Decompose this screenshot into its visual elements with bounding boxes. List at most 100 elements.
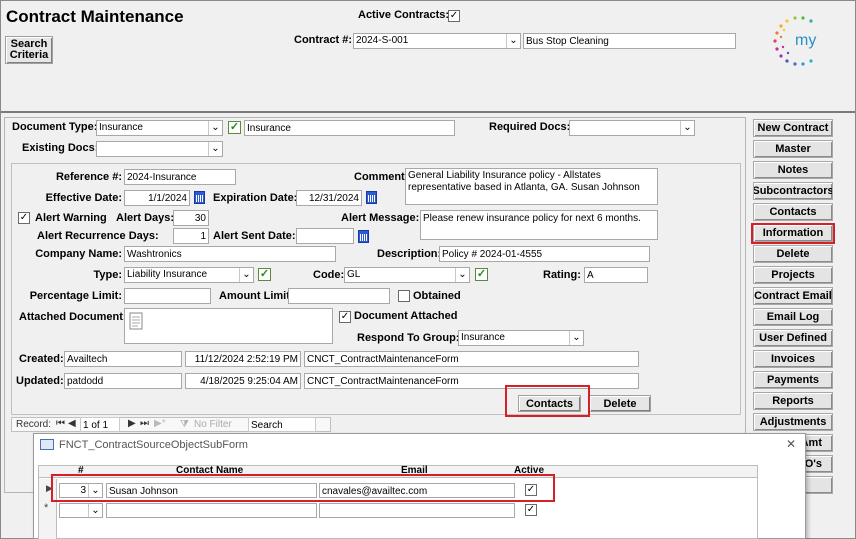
document-type-value: Insurance xyxy=(99,122,143,133)
chevron-down-icon[interactable]: ⌄ xyxy=(88,504,102,517)
comment-field[interactable]: General Liability Insurance policy - All… xyxy=(405,168,658,205)
col-number-header[interactable]: # xyxy=(78,465,84,476)
delete-button[interactable]: Delete xyxy=(589,395,651,412)
code-select[interactable]: GL ⌄ xyxy=(344,267,470,283)
new-record-icon[interactable]: ▶* xyxy=(154,418,166,429)
last-record-icon[interactable]: ⏭ xyxy=(140,418,149,429)
existing-docs-select[interactable]: ⌄ xyxy=(96,141,223,157)
first-record-icon[interactable]: ⏮ xyxy=(56,418,65,429)
chevron-down-icon[interactable]: ⌄ xyxy=(239,268,253,282)
created-date-field[interactable]: 11/12/2024 2:52:19 PM xyxy=(185,351,301,367)
rating-label: Rating: xyxy=(543,269,581,281)
page-title: Contract Maintenance xyxy=(6,7,184,26)
subform-title: FNCT_ContractSourceObjectSubForm xyxy=(59,439,248,451)
close-icon[interactable]: ✕ xyxy=(786,437,796,451)
chevron-down-icon[interactable]: ⌄ xyxy=(455,268,469,282)
sidebar-button-payments[interactable]: Payments xyxy=(753,371,833,389)
updated-user-field[interactable]: patdodd xyxy=(64,373,182,389)
alert-message-field[interactable]: Please renew insurance policy for next 6… xyxy=(420,210,658,240)
obtained-label: Obtained xyxy=(413,290,461,302)
sidebar-button-contract-email[interactable]: Contract Email xyxy=(753,287,833,305)
sidebar-button-adjustments[interactable]: Adjustments xyxy=(753,413,833,431)
no-filter-label[interactable]: No Filter xyxy=(194,419,232,430)
document-type-select[interactable]: Insurance ⌄ xyxy=(96,120,223,136)
sidebar-button-user-defined[interactable]: User Defined xyxy=(753,329,833,347)
col-contact-name-header[interactable]: Contact Name xyxy=(176,465,243,476)
attached-document-box[interactable] xyxy=(124,308,333,344)
required-docs-label: Required Docs: xyxy=(489,121,571,133)
alert-warning-checkbox[interactable]: ✓ xyxy=(18,212,30,224)
alert-recurrence-field[interactable]: 1 xyxy=(173,228,209,244)
sidebar-button-information[interactable]: Information xyxy=(753,224,833,242)
sidebar-button-email-log[interactable]: Email Log xyxy=(753,308,833,326)
new-row-number-select[interactable]: ⌄ xyxy=(59,503,103,518)
alert-days-field[interactable]: 30 xyxy=(173,210,209,226)
sidebar-button-invoices[interactable]: Invoices xyxy=(753,350,833,368)
row-email[interactable]: cnavales@availtec.com xyxy=(319,483,515,498)
document-type-label: Document Type: xyxy=(12,121,98,133)
updated-form-field[interactable]: CNCT_ContractMaintenanceForm xyxy=(304,373,639,389)
chevron-down-icon[interactable]: ⌄ xyxy=(208,121,222,135)
new-row-email[interactable] xyxy=(319,503,515,518)
description-field[interactable]: Policy # 2024-01-4555 xyxy=(439,246,650,262)
required-docs-select[interactable]: ⌄ xyxy=(569,120,695,136)
sidebar-button-master[interactable]: Master xyxy=(753,140,833,158)
current-row-icon[interactable]: ▶ xyxy=(46,483,53,494)
document-type-description[interactable]: Insurance xyxy=(244,120,455,136)
chevron-down-icon[interactable]: ⌄ xyxy=(208,142,222,156)
chevron-down-icon[interactable]: ⌄ xyxy=(506,34,520,48)
calendar-icon[interactable] xyxy=(358,230,369,243)
col-active-header[interactable]: Active xyxy=(514,465,544,476)
alert-sent-date-field[interactable] xyxy=(296,228,354,244)
chevron-down-icon[interactable]: ⌄ xyxy=(88,484,102,497)
sidebar-button-projects[interactable]: Projects xyxy=(753,266,833,284)
chevron-down-icon[interactable]: ⌄ xyxy=(680,121,694,135)
contract-description-field[interactable]: Bus Stop Cleaning xyxy=(523,33,736,49)
reference-field[interactable]: 2024-Insurance xyxy=(124,169,236,185)
row-active-checkbox[interactable]: ✓ xyxy=(525,484,537,496)
row-number-value: 3 xyxy=(80,485,86,496)
sidebar-button-new-contract[interactable]: New Contract xyxy=(753,119,833,137)
alert-message-label: Alert Message: xyxy=(341,212,420,224)
sidebar-button-subcontractors[interactable]: Subcontractors xyxy=(753,182,833,200)
document-attached-checkbox[interactable]: ✓ xyxy=(339,311,351,323)
new-row-icon[interactable]: * xyxy=(44,502,48,514)
chevron-down-icon[interactable]: ⌄ xyxy=(569,331,583,345)
filter-icon: ⧩ xyxy=(180,419,189,430)
new-row-contact-name[interactable] xyxy=(106,503,317,518)
rating-field[interactable]: A xyxy=(584,267,648,283)
effective-date-field[interactable]: 1/1/2024 xyxy=(124,190,190,206)
updated-date-field[interactable]: 4/18/2025 9:25:04 AM xyxy=(185,373,301,389)
row-contact-name[interactable]: Susan Johnson xyxy=(106,483,317,498)
next-record-icon[interactable]: ▶ xyxy=(128,418,136,429)
new-row-active-checkbox[interactable]: ✓ xyxy=(525,504,537,516)
col-email-header[interactable]: Email xyxy=(401,465,428,476)
search-criteria-button[interactable]: Search Criteria xyxy=(5,36,53,64)
contacts-button[interactable]: Contacts xyxy=(518,395,581,412)
type-select[interactable]: Liability Insurance ⌄ xyxy=(124,267,254,283)
active-contracts-checkbox[interactable]: ✓ xyxy=(448,10,460,22)
calendar-icon[interactable] xyxy=(366,191,377,204)
obtained-checkbox[interactable] xyxy=(398,290,410,302)
percentage-limit-field[interactable] xyxy=(124,288,211,304)
amount-limit-field[interactable] xyxy=(288,288,390,304)
created-form-field[interactable]: CNCT_ContractMaintenanceForm xyxy=(304,351,639,367)
sidebar-button-reports[interactable]: Reports xyxy=(753,392,833,410)
created-user-field[interactable]: Availtech xyxy=(64,351,182,367)
record-search-field[interactable]: Search xyxy=(248,417,316,432)
record-position-field[interactable]: 1 of 1 xyxy=(80,417,120,432)
respond-group-select[interactable]: Insurance ⌄ xyxy=(458,330,584,346)
type-value: Liability Insurance xyxy=(127,269,208,280)
amount-limit-label: Amount Limit: xyxy=(219,290,294,302)
company-name-field[interactable]: Washtronics xyxy=(124,246,336,262)
sidebar-button-notes[interactable]: Notes xyxy=(753,161,833,179)
expiration-date-field[interactable]: 12/31/2024 xyxy=(296,190,362,206)
prev-record-icon[interactable]: ◀ xyxy=(68,418,76,429)
contract-number-select[interactable]: 2024-S-001 ⌄ xyxy=(353,33,521,49)
calendar-icon[interactable] xyxy=(194,191,205,204)
type-label: Type: xyxy=(93,269,122,281)
row-number-select[interactable]: 3 ⌄ xyxy=(59,483,103,498)
sidebar-button-contacts[interactable]: Contacts xyxy=(753,203,833,221)
document-type-check-icon: ✓ xyxy=(228,121,241,134)
sidebar-button-delete[interactable]: Delete xyxy=(753,245,833,263)
